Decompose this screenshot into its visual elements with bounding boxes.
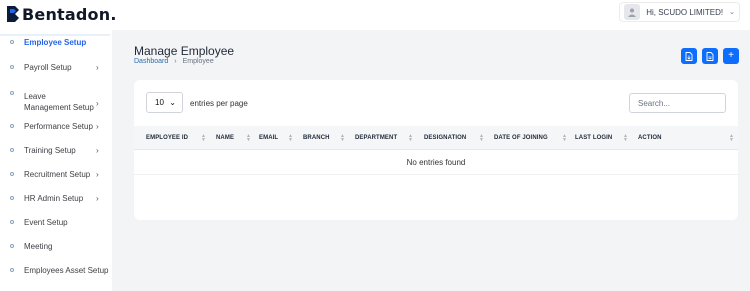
breadcrumb-dashboard-link[interactable]: Dashboard [134,58,168,65]
chevron-right-icon: › [96,62,99,72]
sidebar-item-label: Event Setup [24,217,68,227]
user-greeting: Hi, SCUDO LIMITED! [646,7,724,17]
export-icon [706,51,714,61]
chevron-right-icon: › [96,99,99,108]
bullet-icon [10,244,14,248]
page-title: Manage Employee [134,44,235,58]
bullet-icon [10,196,14,200]
sidebar-item-label: Payroll Setup [24,62,72,72]
sidebar-item-label: HR Admin Setup [24,193,84,203]
chevron-right-icon: › [96,121,99,131]
page-actions: + [681,48,739,64]
column-header-designation[interactable]: DESIGNATION ▲ ▼ [424,126,484,150]
chevron-right-icon: › [96,145,99,155]
brand-logo[interactable]: Bentadon. [6,4,117,24]
bullet-icon [10,124,14,128]
chevron-right-icon: › [96,169,99,179]
breadcrumb-current: Employee [182,58,214,65]
bullet-icon [10,268,14,272]
sidebar-item-label: Employee Setup [24,37,87,47]
sidebar-item-label: Employees Asset Setup [24,265,109,275]
page-size-select[interactable]: 10 ⌄ [146,92,183,113]
column-header-employee-id[interactable]: EMPLOYEE ID ▲ ▼ [146,126,206,150]
avatar [624,4,641,20]
employee-table-card: 10 ⌄ entries per page EMPLOYEE ID ▲▼ NAM… [134,80,738,220]
sidebar-item-label: Training Setup [24,145,76,155]
sidebar-item-label: Performance Setup [24,121,93,131]
breadcrumb-separator: › [174,58,177,65]
empty-message: No entries found [406,157,466,167]
sort-icon: ▲ ▼ [479,133,485,143]
add-employee-button[interactable]: + [723,48,739,64]
column-header-name[interactable]: NAME ▲ ▼ [216,126,251,150]
bullet-icon [10,65,14,69]
page-size-value: 10 [155,98,164,107]
entries-per-page-label: entries per page [190,99,248,108]
import-button[interactable] [681,48,697,64]
column-header-branch[interactable]: BRANCH ▲ ▼ [303,126,345,150]
sort-icon: ▲ ▼ [201,133,207,143]
bullet-icon [10,40,14,44]
sort-icon: ▲ ▼ [340,133,346,143]
export-button[interactable] [702,48,718,64]
bullet-icon [10,91,14,95]
sidebar-item-label: Leave Management Setup [24,92,94,112]
column-header-last-login[interactable]: LAST LOGIN ▲ ▼ [575,126,628,150]
column-header-email[interactable]: EMAIL ▲ ▼ [259,126,293,150]
sidebar-item-label: Recruitment Setup [24,169,91,179]
logo-mark-icon [7,6,19,22]
sidebar-item-label: Meeting [24,241,53,251]
top-bar: Bentadon. Hi, SCUDO LIMITED! ⌄ [0,0,750,30]
table-header: EMPLOYEE ID ▲ ▼ NAME ▲ ▼ EMAIL ▲ ▼ BRANCH ▲… [134,126,738,150]
chevron-right-icon: › [96,193,99,203]
table-empty-row: No entries found [134,150,738,175]
sort-icon: ▲ ▼ [288,133,294,143]
bullet-icon [10,172,14,176]
sort-icon: ▲ ▼ [623,133,629,143]
column-header-date-of-joining[interactable]: DATE OF JOINING ▲ ▼ [494,126,567,150]
column-header-department[interactable]: DEPARTMENT ▲ ▼ [355,126,413,150]
import-icon [685,51,693,61]
brand-name: Bentadon. [22,4,117,24]
chevron-down-icon: ⌄ [169,98,176,107]
column-header-action[interactable]: ACTION ▲ ▼ [638,126,734,150]
sidebar: Employee Setup Payroll Setup › Leave Man… [0,30,112,291]
sort-icon: ▲ ▼ [408,133,414,143]
user-icon [628,8,637,17]
sort-icon: ▲ ▼ [729,133,735,143]
sort-icon: ▲ ▼ [562,133,568,143]
bullet-icon [10,148,14,152]
search-input[interactable] [629,93,726,113]
breadcrumb: Dashboard › Employee [134,58,214,65]
sort-icon: ▲ ▼ [246,133,252,143]
bullet-icon [10,220,14,224]
user-menu[interactable]: Hi, SCUDO LIMITED! ⌄ [619,2,740,22]
chevron-down-icon: ⌄ [729,9,735,16]
